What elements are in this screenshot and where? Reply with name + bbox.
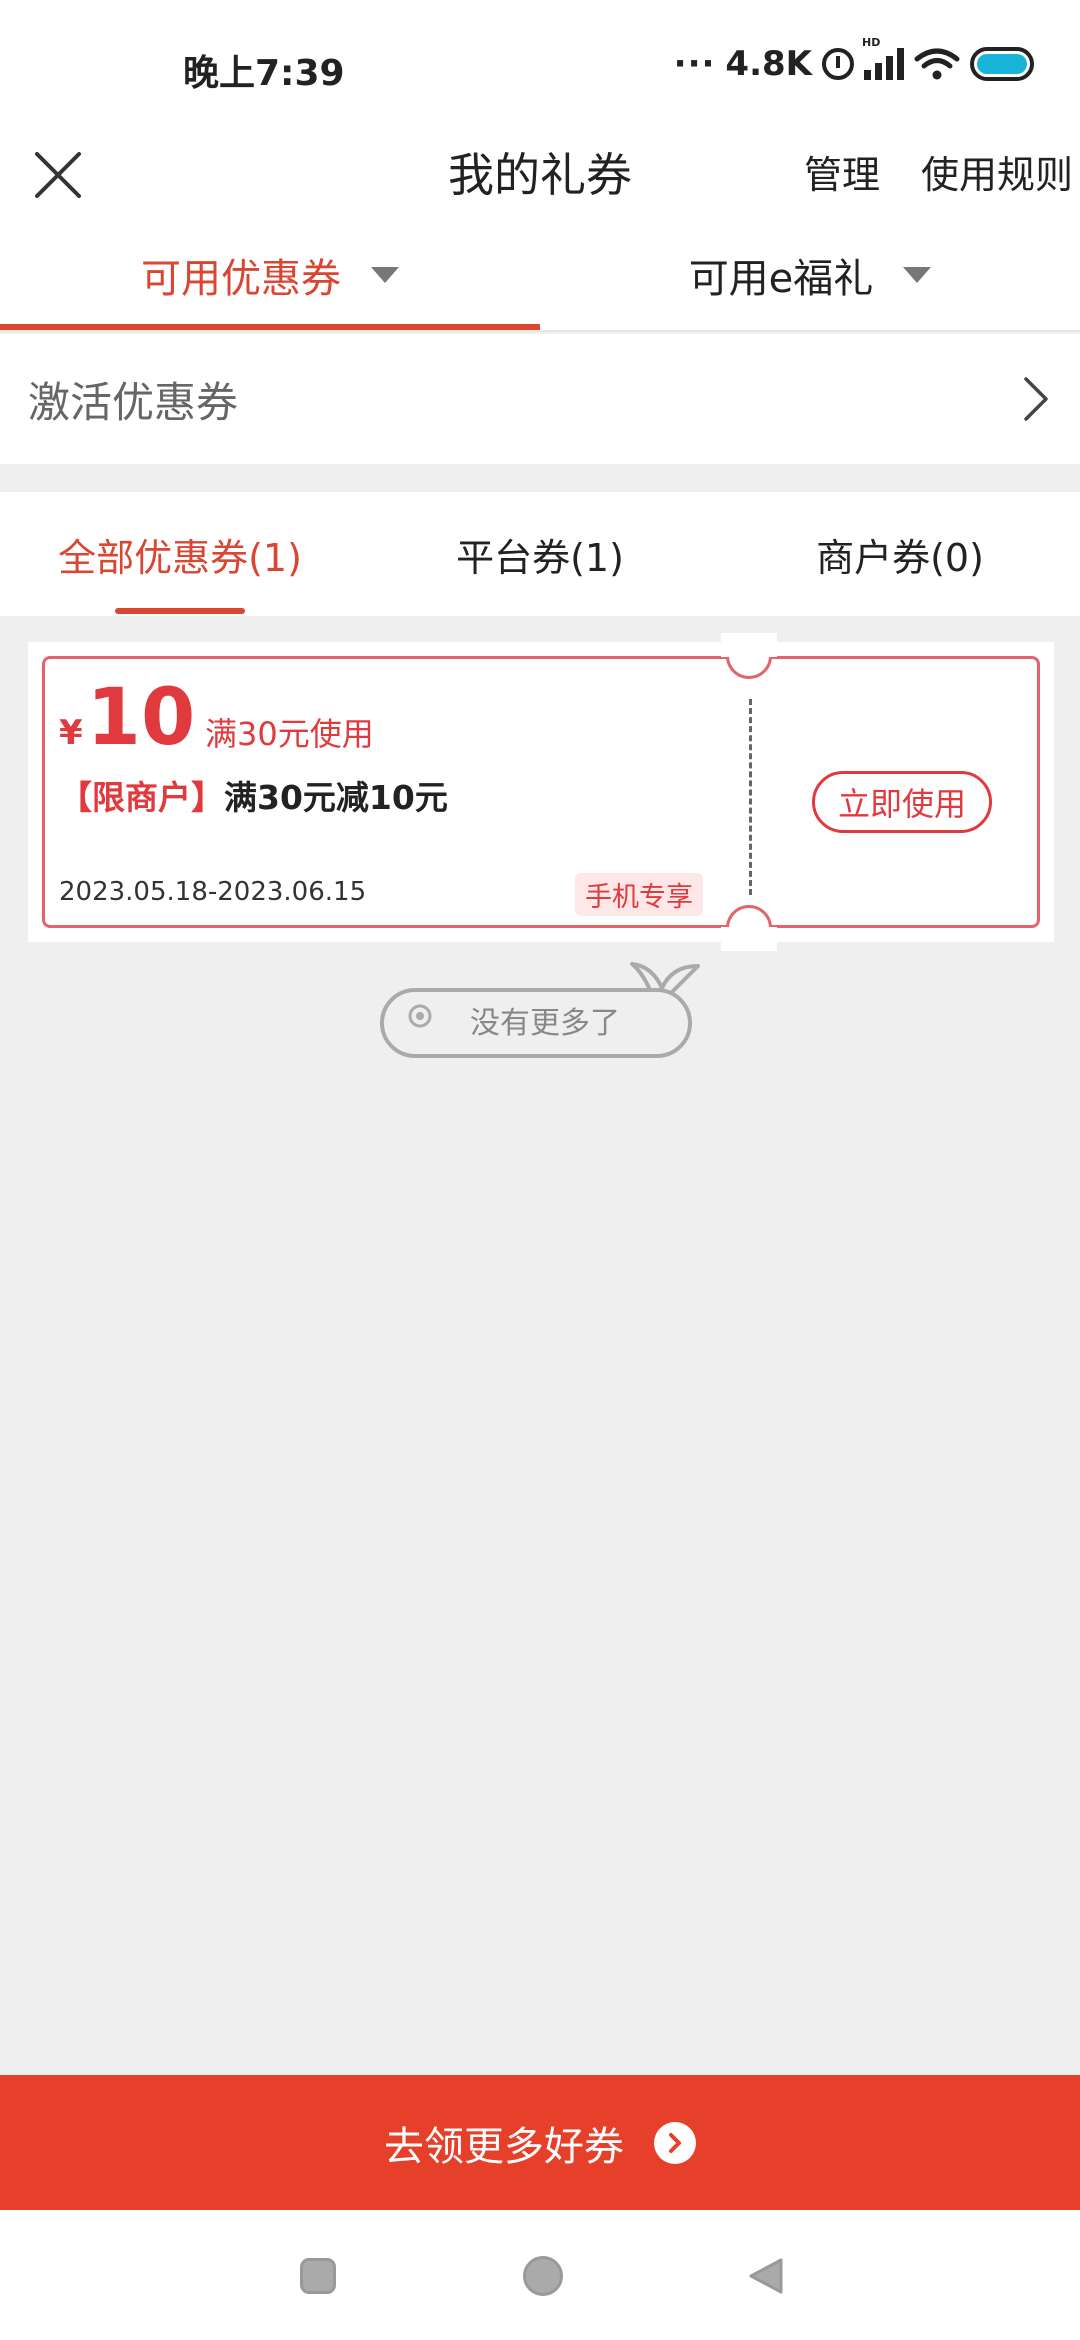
- tab-merchant-coupons[interactable]: 商户券(0): [720, 492, 1080, 616]
- close-icon: [35, 152, 81, 198]
- coupon-validity: 2023.05.18-2023.06.15: [59, 877, 367, 907]
- usage-rules-button[interactable]: 使用规则: [921, 130, 1073, 220]
- currency-symbol: ¥: [59, 713, 83, 753]
- hd-label: HD: [862, 36, 881, 49]
- status-bar: 晚上7:39 ··· 4.8K HD: [0, 0, 1080, 130]
- tab-label: 可用优惠券: [141, 256, 341, 302]
- home-button[interactable]: [521, 2254, 565, 2298]
- tab-available-coupons[interactable]: 可用优惠券: [0, 220, 540, 330]
- tab-all-coupons[interactable]: 全部优惠券(1): [0, 492, 360, 616]
- tab-available-e-gifts[interactable]: 可用e福礼: [540, 220, 1080, 330]
- back-button[interactable]: [743, 2254, 787, 2298]
- no-more-indicator: 没有更多了: [380, 960, 710, 1060]
- system-nav-bar: [0, 2210, 1080, 2340]
- get-more-coupons-label: 去领更多好券: [384, 2123, 624, 2170]
- coupon-card-wrapper: ¥ 10 满30元使用 【限商户】满30元减10元 2023.05.18-202…: [28, 633, 1054, 951]
- get-more-coupons-button[interactable]: 去领更多好券: [0, 2075, 1080, 2210]
- merchant-only-tag: 【限商户】: [59, 778, 224, 817]
- alarm-clock-icon: [822, 48, 854, 80]
- coupon-amount: ¥ 10: [59, 673, 195, 763]
- coupon-description-text: 满30元减10元: [224, 778, 448, 817]
- coupon-description: 【限商户】满30元减10元: [59, 771, 448, 819]
- active-tab-indicator: [0, 324, 540, 330]
- caret-down-icon: [371, 267, 399, 283]
- more-notifications-icon: ···: [673, 44, 716, 84]
- active-subtab-indicator: [115, 608, 245, 614]
- tab-label: 可用e福礼: [688, 256, 874, 302]
- battery-icon: [970, 47, 1034, 81]
- manage-button[interactable]: 管理: [804, 130, 880, 220]
- close-button[interactable]: [28, 130, 88, 220]
- status-icons: ··· 4.8K HD: [673, 36, 1034, 88]
- use-now-button[interactable]: 立即使用: [812, 771, 992, 833]
- tab-platform-coupons[interactable]: 平台券(1): [360, 492, 720, 616]
- coupon-filter-tabs: 全部优惠券(1) 平台券(1) 商户券(0): [0, 492, 1080, 616]
- ticket-divider: [749, 699, 752, 895]
- coupon-card: ¥ 10 满30元使用 【限商户】满30元减10元 2023.05.18-202…: [42, 633, 1040, 951]
- no-more-text: 没有更多了: [470, 1006, 620, 1041]
- chevron-right-icon: [1024, 377, 1048, 421]
- circle-icon: [523, 2256, 563, 2296]
- page-title: 我的礼券: [448, 148, 632, 202]
- wifi-icon: [914, 48, 960, 80]
- back-triangle-icon: [749, 2258, 783, 2294]
- caret-down-icon: [903, 267, 932, 283]
- coupon-type-tabs: 可用优惠券 可用e福礼: [0, 220, 1080, 332]
- coupon-condition: 满30元使用: [205, 715, 374, 753]
- cell-signal-icon: HD: [862, 36, 904, 80]
- square-icon: [300, 2258, 336, 2294]
- activate-coupon-row[interactable]: 激活优惠券: [0, 334, 1080, 464]
- recent-apps-button[interactable]: [296, 2254, 340, 2298]
- network-speed: 4.8K: [725, 44, 812, 84]
- activate-coupon-label: 激活优惠券: [28, 377, 239, 427]
- arrow-right-circle-icon: [654, 2121, 696, 2164]
- coupon-value: 10: [86, 673, 196, 763]
- mobile-exclusive-badge: 手机专享: [575, 873, 703, 916]
- status-time: 晚上7:39: [183, 53, 345, 94]
